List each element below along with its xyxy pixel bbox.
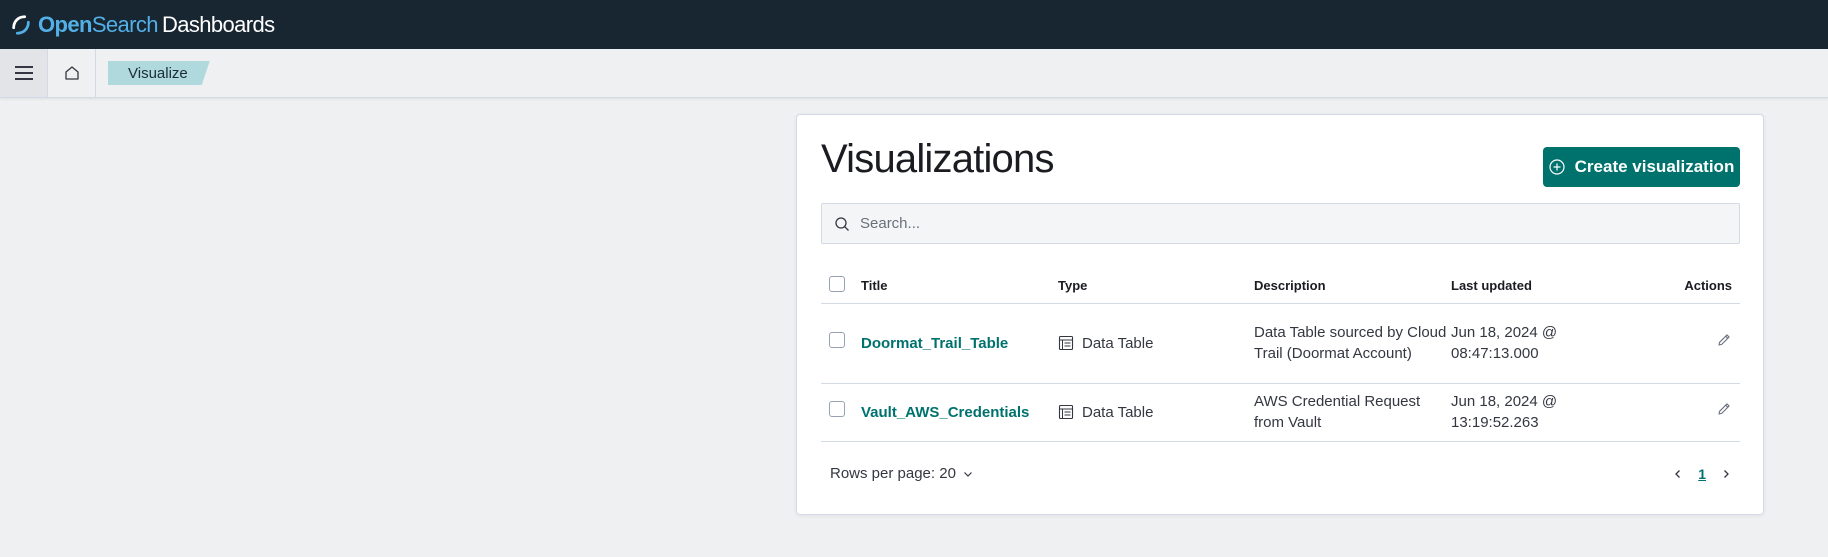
updated-time: 08:47:13.000 (1451, 345, 1539, 362)
updated-date: Jun 18, 2024 @ (1451, 393, 1558, 410)
last-updated-cell: Jun 18, 2024 @ 08:47:13.000 (1451, 303, 1641, 384)
description-cell: Data Table sourced by Cloud Trail (Doorm… (1254, 303, 1451, 384)
pencil-icon (1718, 334, 1730, 346)
breadcrumb-visualize[interactable]: Visualize (108, 61, 210, 85)
table-row: Doormat_Trail_Table Data Table Data Tabl… (821, 303, 1740, 384)
select-all-checkbox[interactable] (829, 275, 845, 292)
create-visualization-button[interactable]: Create visualization (1543, 147, 1740, 187)
menu-button[interactable] (0, 49, 48, 97)
type-label: Data Table (1082, 334, 1154, 352)
search-input[interactable] (860, 215, 1720, 232)
page-title: Visualizations (821, 137, 1054, 181)
brand-logo[interactable]: OpenSearch Dashboards (10, 12, 275, 38)
chevron-right-icon (1724, 469, 1729, 478)
pencil-icon (1718, 403, 1730, 415)
updated-date: Jun 18, 2024 @ (1451, 324, 1558, 341)
page-1-button[interactable]: 1 (1698, 466, 1706, 482)
row-checkbox[interactable] (829, 332, 845, 348)
header-title[interactable]: Title (861, 268, 1058, 304)
navigation-bar: Visualize (0, 49, 1828, 98)
row-checkbox[interactable] (829, 401, 845, 417)
header-actions: Actions (1641, 268, 1740, 304)
brand-dashboards: Dashboards (161, 11, 275, 37)
visualizations-table: Title Type Description Last updated Acti… (821, 268, 1740, 442)
search-field[interactable] (821, 203, 1740, 244)
next-page-button[interactable] (1720, 468, 1732, 480)
header-description: Description (1254, 268, 1451, 304)
brand-open: Open (38, 11, 92, 37)
previous-page-button[interactable] (1672, 468, 1684, 480)
table-footer: Rows per page: 20 1 (821, 465, 1740, 482)
visualizations-panel: Visualizations Create visualization Titl… (796, 114, 1764, 515)
visualization-title-link[interactable]: Vault_AWS_Credentials (861, 404, 1029, 421)
opensearch-logo-icon (12, 14, 30, 35)
edit-button[interactable] (1716, 332, 1732, 348)
top-header: OpenSearch Dashboards (0, 0, 1828, 49)
home-icon (64, 66, 79, 80)
description-cell: AWS Credential Request from Vault (1254, 383, 1451, 442)
type-cell: Data Table (1058, 333, 1254, 354)
chevron-left-icon (1675, 469, 1681, 478)
table-row: Vault_AWS_Credentials Data Table AWS Cre… (821, 383, 1740, 442)
table-icon (1058, 404, 1074, 420)
create-visualization-label: Create visualization (1574, 157, 1735, 176)
updated-time: 13:19:52.263 (1451, 414, 1539, 431)
header-last-updated[interactable]: Last updated (1451, 268, 1641, 304)
hamburger-menu-icon (14, 66, 33, 80)
table-icon (1058, 335, 1074, 351)
chevron-down-icon (963, 471, 972, 477)
type-cell: Data Table (1058, 402, 1254, 423)
home-button[interactable] (48, 49, 96, 97)
type-label: Data Table (1082, 403, 1154, 421)
search-icon (835, 216, 849, 231)
edit-button[interactable] (1716, 401, 1732, 417)
header-type[interactable]: Type (1058, 268, 1254, 304)
pagination: 1 (1672, 466, 1740, 482)
rows-per-page-label: Rows per page: 20 (830, 465, 956, 482)
rows-per-page-button[interactable]: Rows per page: 20 (821, 465, 974, 482)
table-header-row: Title Type Description Last updated Acti… (821, 268, 1740, 304)
visualization-title-link[interactable]: Doormat_Trail_Table (861, 335, 1008, 352)
brand-search: Search (91, 11, 159, 37)
plus-circle-icon (1549, 159, 1565, 175)
last-updated-cell: Jun 18, 2024 @ 13:19:52.263 (1451, 383, 1641, 442)
